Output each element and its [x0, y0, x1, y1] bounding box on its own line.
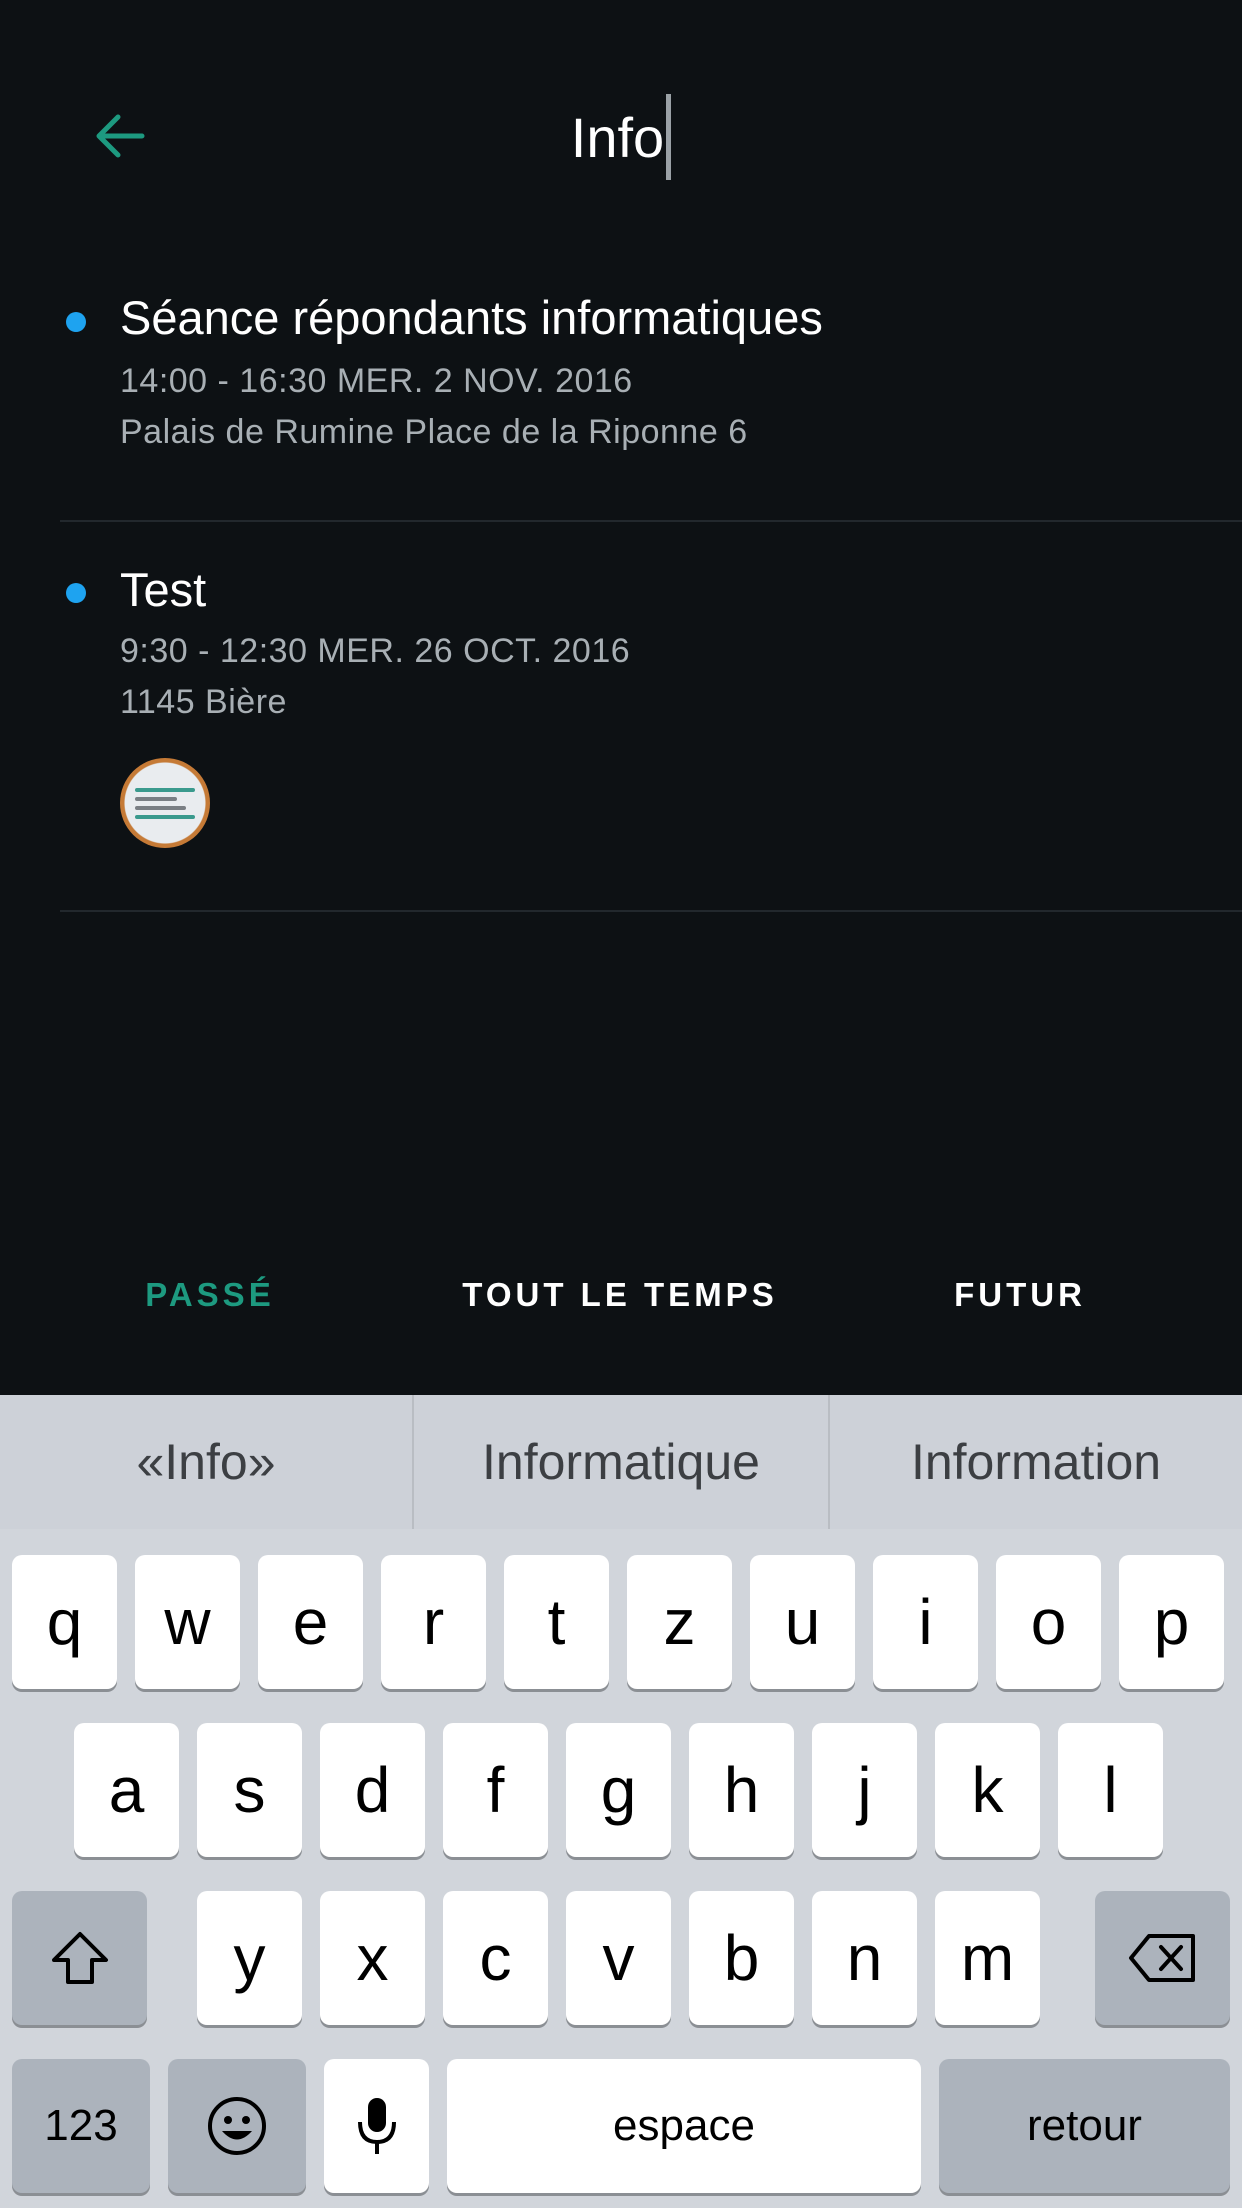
dictation-key[interactable]: [324, 2059, 429, 2193]
key-q[interactable]: q: [12, 1555, 117, 1689]
event-status-dot: [66, 583, 86, 603]
return-key[interactable]: retour: [939, 2059, 1230, 2193]
event-location: Palais de Rumine Place de la Riponne 6: [120, 413, 748, 451]
attachment-thumbnail-icon[interactable]: [120, 758, 210, 848]
emoji-key[interactable]: [168, 2059, 306, 2193]
arrow-left-icon: [96, 114, 145, 158]
tab-past[interactable]: PASSÉ: [90, 1270, 330, 1320]
key-k[interactable]: k: [935, 1723, 1040, 1857]
key-j[interactable]: j: [812, 1723, 917, 1857]
numbers-key[interactable]: 123: [12, 2059, 150, 2193]
suggestion-item[interactable]: Informatique: [414, 1395, 828, 1529]
key-v[interactable]: v: [566, 1891, 671, 2025]
shift-icon: [51, 1932, 108, 1984]
event-datetime: 14:00 - 16:30 MER. 2 NOV. 2016: [120, 362, 633, 400]
key-i[interactable]: i: [873, 1555, 978, 1689]
divider: [60, 910, 1242, 912]
key-f[interactable]: f: [443, 1723, 548, 1857]
key-b[interactable]: b: [689, 1891, 794, 2025]
event-location: 1145 Bière: [120, 683, 287, 721]
event-title[interactable]: Séance répondants informatiques: [120, 290, 823, 345]
event-status-dot: [66, 312, 86, 332]
divider: [60, 520, 1242, 522]
key-l[interactable]: l: [1058, 1723, 1163, 1857]
tab-future[interactable]: FUTUR: [910, 1270, 1130, 1320]
key-e[interactable]: e: [258, 1555, 363, 1689]
event-datetime: 9:30 - 12:30 MER. 26 OCT. 2016: [120, 632, 631, 670]
search-input[interactable]: Info: [360, 92, 882, 182]
key-a[interactable]: a: [74, 1723, 179, 1857]
key-s[interactable]: s: [197, 1723, 302, 1857]
space-key[interactable]: espace: [447, 2059, 921, 2193]
key-y[interactable]: y: [197, 1891, 302, 2025]
key-o[interactable]: o: [996, 1555, 1101, 1689]
text-cursor: [666, 94, 672, 180]
back-button[interactable]: [84, 100, 156, 172]
key-x[interactable]: x: [320, 1891, 425, 2025]
key-z[interactable]: z: [627, 1555, 732, 1689]
key-n[interactable]: n: [812, 1891, 917, 2025]
key-r[interactable]: r: [381, 1555, 486, 1689]
suggestion-item[interactable]: «Info»: [0, 1395, 412, 1529]
key-t[interactable]: t: [504, 1555, 609, 1689]
event-title[interactable]: Test: [120, 562, 206, 617]
key-h[interactable]: h: [689, 1723, 794, 1857]
emoji-icon: [208, 2097, 266, 2155]
backspace-key[interactable]: [1095, 1891, 1230, 2025]
suggestion-item[interactable]: Information: [830, 1395, 1242, 1529]
backspace-icon: [1128, 1934, 1195, 1982]
tab-all-time[interactable]: TOUT LE TEMPS: [440, 1270, 800, 1320]
key-g[interactable]: g: [566, 1723, 671, 1857]
key-d[interactable]: d: [320, 1723, 425, 1857]
key-p[interactable]: p: [1119, 1555, 1224, 1689]
shift-key[interactable]: [12, 1891, 147, 2025]
search-query-text: Info: [570, 105, 665, 169]
microphone-icon: [357, 2098, 396, 2154]
key-w[interactable]: w: [135, 1555, 240, 1689]
key-c[interactable]: c: [443, 1891, 548, 2025]
key-u[interactable]: u: [750, 1555, 855, 1689]
key-m[interactable]: m: [935, 1891, 1040, 2025]
